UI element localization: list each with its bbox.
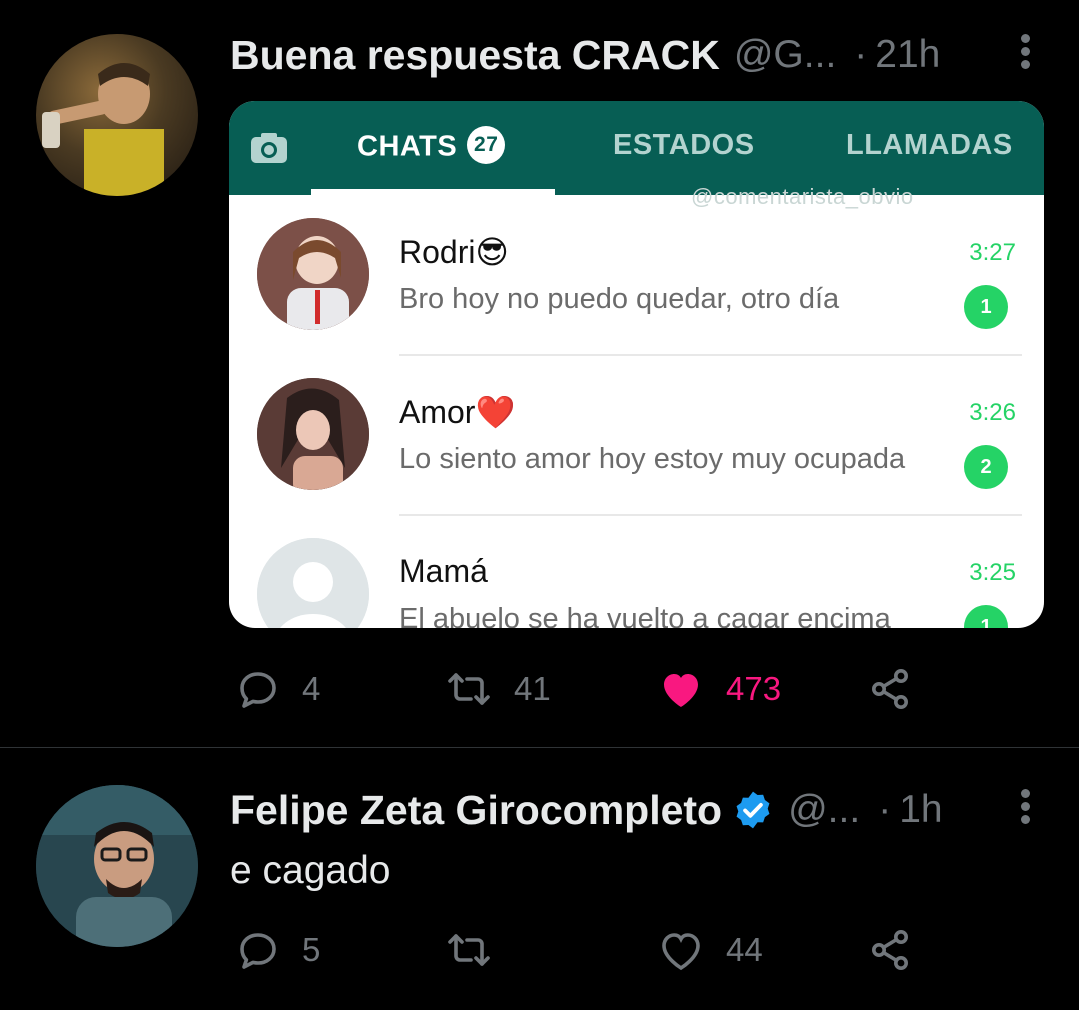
display-name[interactable]: Buena respuesta CRACK xyxy=(230,32,720,79)
like-button[interactable]: 44 xyxy=(656,925,763,975)
tweet[interactable]: Felipe Zeta Girocompleto @... · 1h e cag… xyxy=(0,749,1079,1010)
contact-name: Rodri😎 xyxy=(399,234,509,270)
message-preview: Lo siento amor hoy estoy muy ocupada xyxy=(399,443,906,475)
watermark: @comentarista_obvio xyxy=(691,184,914,209)
tweet-actions: 5 44 xyxy=(230,925,950,975)
separator-dot: · xyxy=(878,788,892,831)
contact-name: Amor❤️ xyxy=(399,394,516,430)
display-name[interactable]: Felipe Zeta Girocompleto xyxy=(230,787,722,834)
tweet-media-image[interactable]: CHATS 27 ESTADOS LLAMADAS @comentarista_o… xyxy=(229,101,1044,628)
chats-count-badge: 27 xyxy=(467,126,506,164)
more-options-icon[interactable] xyxy=(1015,785,1035,835)
retweet-button[interactable] xyxy=(444,925,514,975)
message-preview: El abuelo se ha vuelto a cagar encima xyxy=(399,603,891,628)
heart-outline-icon xyxy=(662,933,700,971)
share-button[interactable] xyxy=(866,664,914,714)
unread-badge: 2 xyxy=(964,445,1008,489)
divider xyxy=(399,514,1022,516)
camera-icon xyxy=(251,133,287,163)
share-icon xyxy=(872,669,908,709)
retweet-button[interactable]: 41 xyxy=(444,664,551,714)
message-time: 3:27 xyxy=(969,239,1016,266)
share-icon xyxy=(872,930,908,970)
share-button[interactable] xyxy=(866,925,914,975)
retweet-count: 41 xyxy=(514,670,551,707)
retweet-icon xyxy=(448,673,490,705)
tab-chats: CHATS 27 xyxy=(357,126,506,167)
avatar[interactable] xyxy=(36,785,198,947)
tab-indicator xyxy=(311,189,555,195)
tweet-text: e cagado xyxy=(230,849,391,892)
contact-avatar xyxy=(257,218,369,330)
tab-llamadas: LLAMADAS xyxy=(846,129,1013,161)
default-avatar-icon xyxy=(257,538,369,628)
message-preview: Bro hoy no puedo quedar, otro día xyxy=(399,283,840,315)
tab-chats-label: CHATS xyxy=(357,130,458,163)
tweet[interactable]: Buena respuesta CRACK @G... · 21h CHATS 2… xyxy=(0,0,1079,748)
tweet-header: Buena respuesta CRACK @G... · 21h xyxy=(230,30,1039,80)
tab-estados: ESTADOS xyxy=(613,129,755,161)
like-count: 44 xyxy=(726,931,763,968)
reply-button[interactable]: 4 xyxy=(234,664,320,714)
verified-badge-icon xyxy=(736,791,770,829)
unread-badge: 1 xyxy=(964,605,1008,628)
tweet-actions: 4 41 473 xyxy=(230,664,950,714)
whatsapp-header: CHATS 27 ESTADOS LLAMADAS @comentarista_o… xyxy=(229,101,1044,209)
reply-icon xyxy=(240,672,276,708)
retweet-icon xyxy=(448,934,490,966)
chat-list-item: Amor❤️ Lo siento amor hoy estoy muy ocup… xyxy=(229,373,1044,533)
message-time: 3:26 xyxy=(969,399,1016,426)
separator-dot: · xyxy=(854,33,868,76)
reply-button[interactable]: 5 xyxy=(234,925,320,975)
more-options-icon[interactable] xyxy=(1015,30,1035,80)
heart-filled-icon xyxy=(664,674,698,707)
like-button[interactable]: 473 xyxy=(656,664,781,714)
unread-badge: 1 xyxy=(964,285,1008,329)
reply-icon xyxy=(240,933,276,969)
like-count: 473 xyxy=(726,670,782,707)
timestamp[interactable]: 21h xyxy=(875,33,940,77)
contact-avatar xyxy=(257,378,369,490)
contact-name: Mamá xyxy=(399,553,488,589)
username[interactable]: @... xyxy=(788,788,860,832)
username[interactable]: @G... xyxy=(734,33,836,77)
tweet-header: Felipe Zeta Girocompleto @... · 1h xyxy=(230,785,1039,835)
chat-list-item: Rodri😎 Bro hoy no puedo quedar, otro día… xyxy=(229,213,1044,373)
reply-count: 4 xyxy=(302,670,321,707)
reply-count: 5 xyxy=(302,931,321,968)
divider xyxy=(399,354,1022,356)
avatar[interactable] xyxy=(36,34,198,196)
timestamp[interactable]: 1h xyxy=(899,788,942,832)
message-time: 3:25 xyxy=(969,559,1016,586)
chat-list-item: Mamá El abuelo se ha vuelto a cagar enci… xyxy=(229,533,1044,628)
